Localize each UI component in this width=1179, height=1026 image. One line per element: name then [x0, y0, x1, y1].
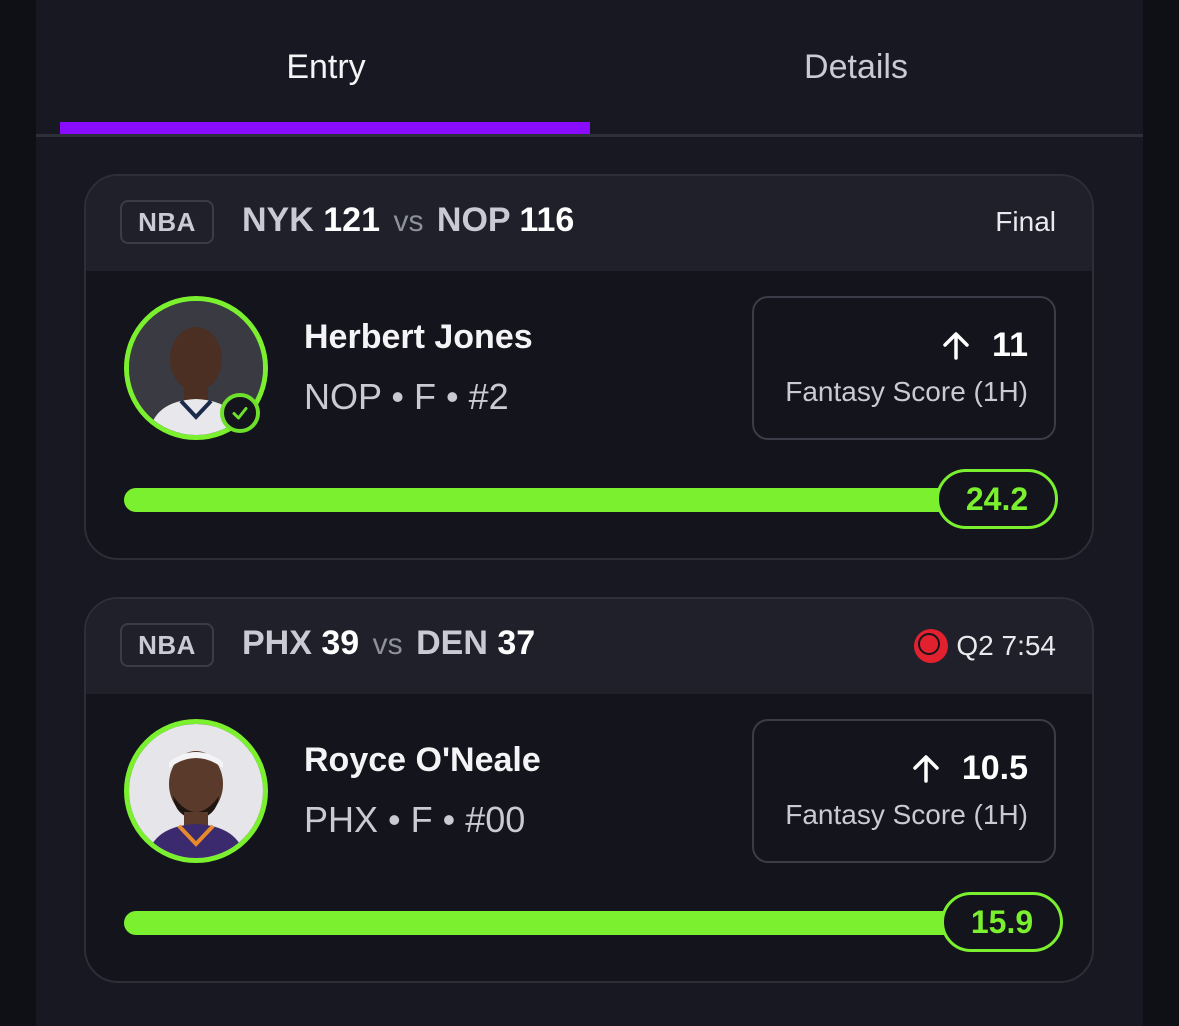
actual-value-pill: 24.2	[936, 469, 1058, 529]
tab-entry[interactable]: Entry	[176, 48, 476, 87]
league-badge: NBA	[120, 623, 214, 667]
home-team: NOP	[436, 201, 510, 239]
pick-card[interactable]: NBA NYK 121 vs NOP 116 Final Herbert Jon…	[84, 174, 1094, 560]
arrow-up-icon	[943, 331, 969, 360]
game-status-text: Final	[995, 206, 1056, 237]
stat-label: Fantasy Score (1H)	[785, 799, 1028, 830]
away-team: PHX	[242, 624, 312, 662]
progress-track	[124, 488, 1024, 512]
verified-check-icon	[220, 393, 260, 433]
game-status: Final	[995, 206, 1056, 238]
vs-label: vs	[393, 205, 424, 238]
player-name: Herbert Jones	[304, 318, 533, 356]
projection-box: 11 Fantasy Score (1H)	[752, 296, 1056, 440]
away-score: 121	[323, 201, 380, 239]
matchup-score: PHX 39 vs DEN 37	[242, 624, 535, 663]
tab-divider	[36, 134, 1143, 137]
home-score: 37	[497, 624, 536, 662]
vs-label: vs	[372, 628, 403, 661]
game-status: Q2 7:54	[914, 629, 1056, 663]
player-headshot-icon	[129, 724, 263, 858]
stat-label: Fantasy Score (1H)	[785, 376, 1028, 407]
projection-value: 11	[992, 326, 1028, 364]
home-score: 116	[519, 201, 575, 239]
player-meta: PHX • F • #00	[304, 799, 526, 840]
pick-card[interactable]: NBA PHX 39 vs DEN 37 Q2 7:54 Royce O'Nea…	[84, 597, 1094, 983]
away-score: 39	[321, 624, 360, 662]
projection-line: 11	[940, 326, 1028, 365]
player-avatar	[124, 719, 268, 863]
progress-fill	[124, 488, 1024, 512]
live-indicator-icon	[914, 629, 949, 663]
game-status-text: Q2 7:54	[956, 630, 1056, 661]
home-team: DEN	[416, 624, 488, 662]
progress-fill	[124, 911, 1024, 935]
projection-line: 10.5	[910, 749, 1028, 788]
arrow-up-icon	[913, 754, 939, 783]
tab-bar: Entry Details	[36, 0, 1143, 137]
game-header: NBA NYK 121 vs NOP 116 Final	[86, 176, 1092, 271]
projection-box: 10.5 Fantasy Score (1H)	[752, 719, 1056, 863]
actual-value-pill: 15.9	[941, 892, 1063, 952]
away-team: NYK	[242, 201, 314, 239]
player-name: Royce O'Neale	[304, 741, 541, 779]
league-badge: NBA	[120, 200, 214, 244]
progress-track	[124, 911, 1024, 935]
player-meta: NOP • F • #2	[304, 376, 509, 417]
tab-details[interactable]: Details	[706, 48, 1006, 87]
matchup-score: NYK 121 vs NOP 116	[242, 201, 574, 240]
projection-value: 10.5	[961, 749, 1028, 787]
game-header: NBA PHX 39 vs DEN 37 Q2 7:54	[86, 599, 1092, 694]
